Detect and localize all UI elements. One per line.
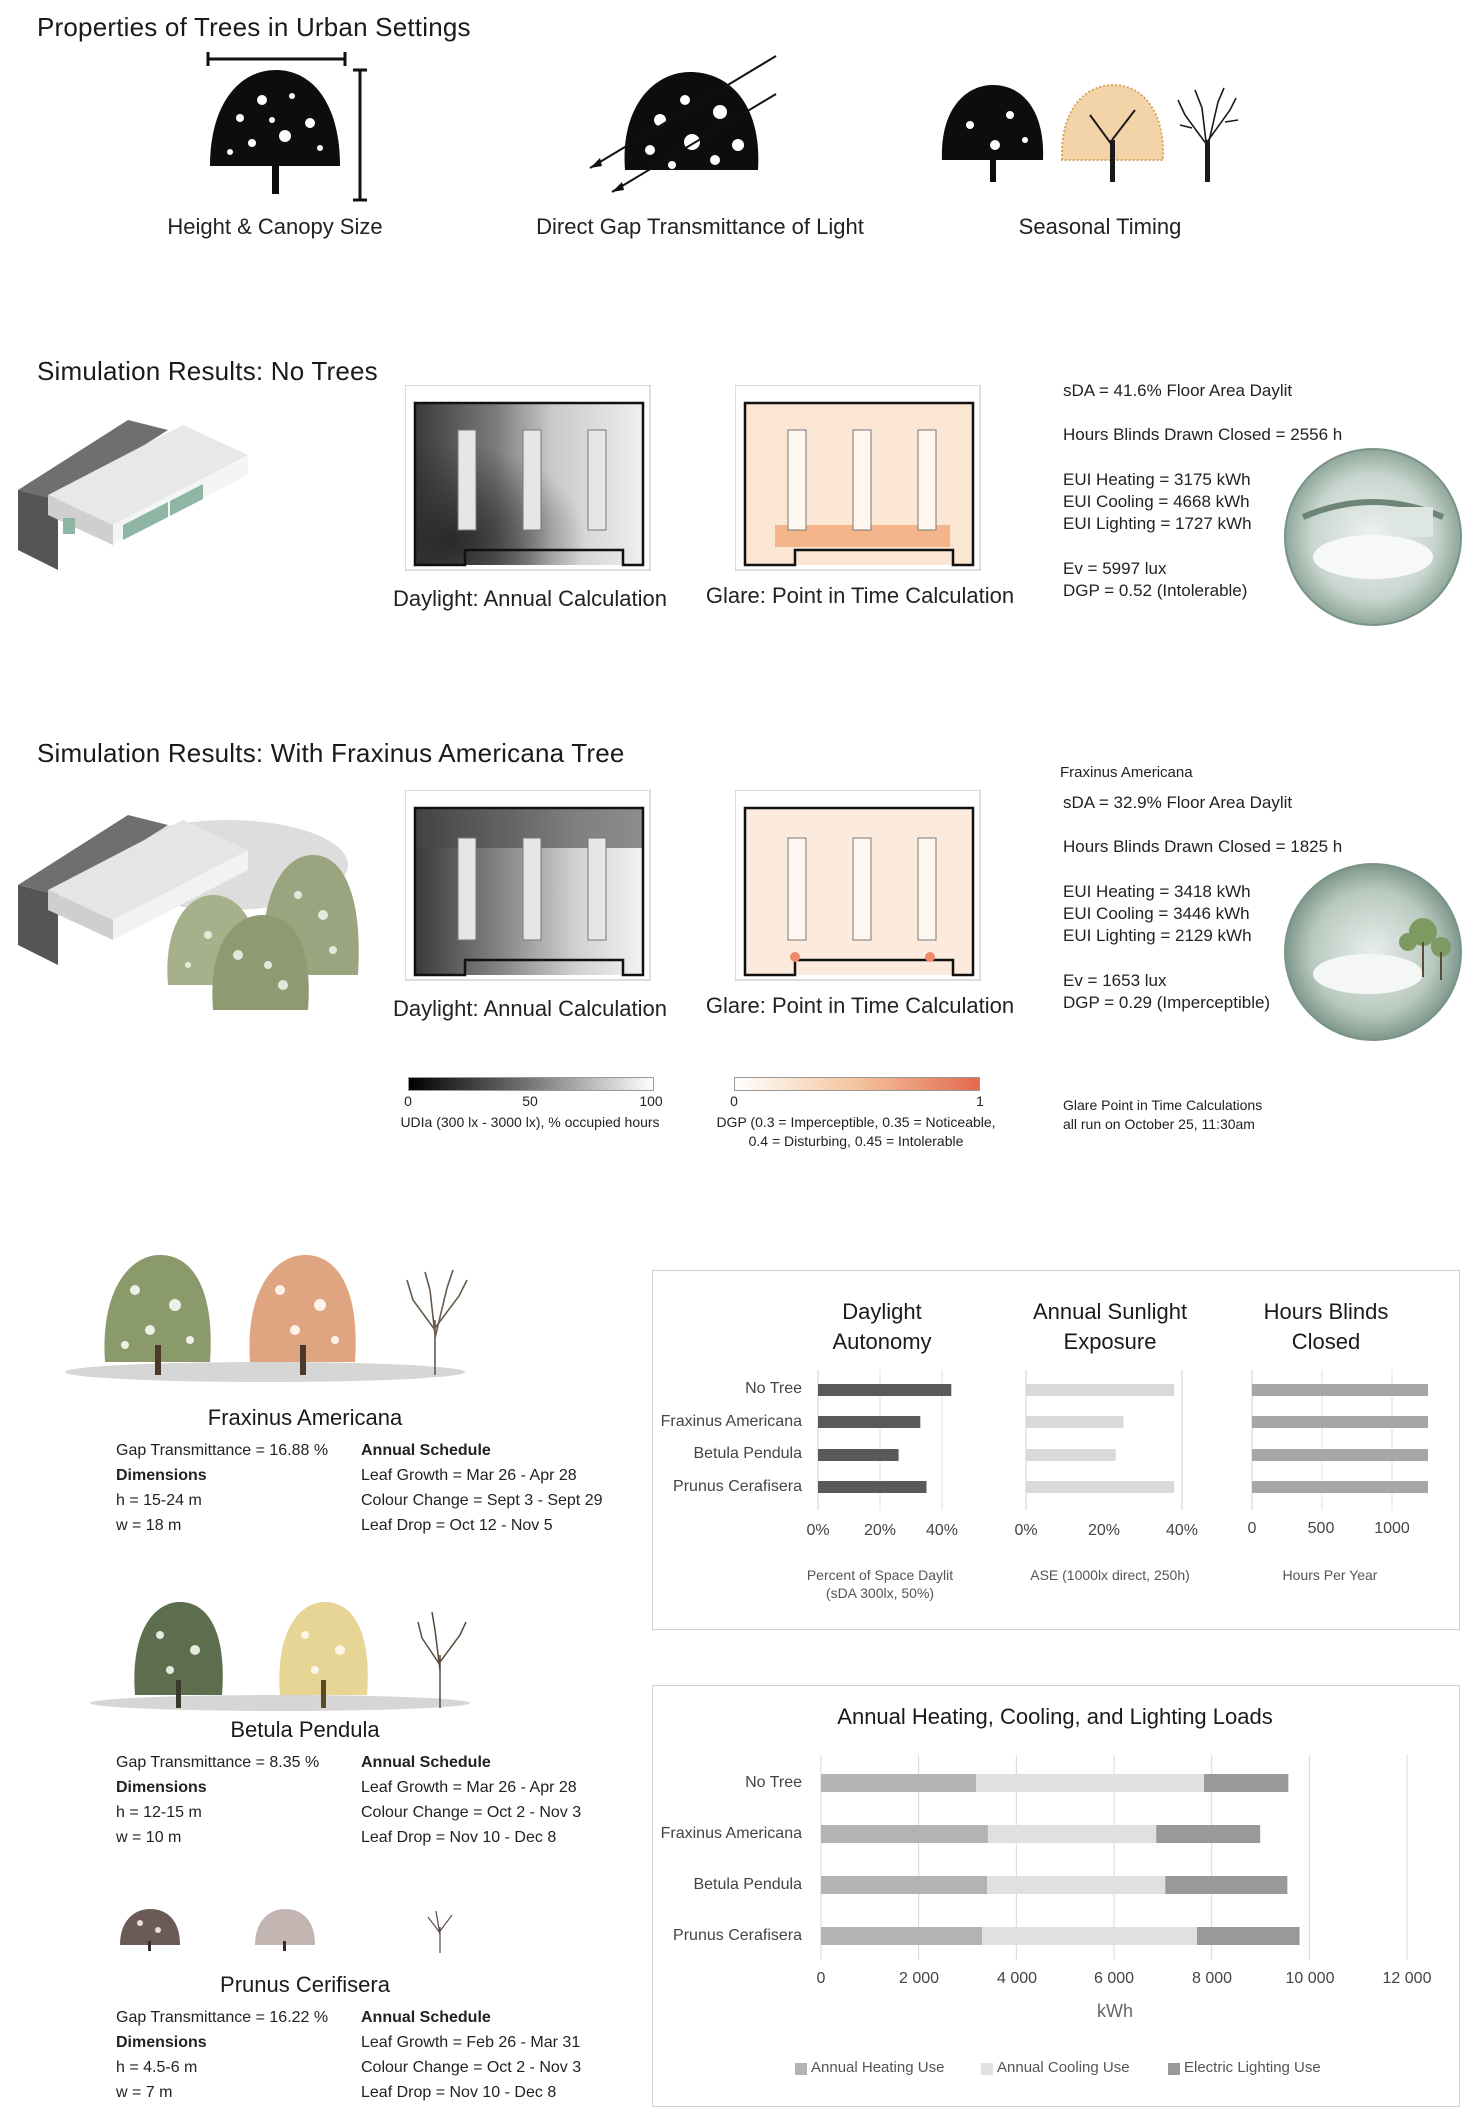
loads-bar-3-1 bbox=[982, 1927, 1198, 1945]
loads-xtick-3: 6 000 bbox=[1093, 1970, 1135, 1987]
legend-swatch-heating bbox=[795, 2063, 807, 2075]
legend-label-lighting: Electric Lighting Use bbox=[1184, 2059, 1321, 2076]
loads-bar-2-2 bbox=[1165, 1876, 1288, 1894]
loads-xtick-2: 4 000 bbox=[996, 1970, 1038, 1987]
loads-bar-0-2 bbox=[1203, 1774, 1289, 1792]
loads-xtick-0: 0 bbox=[816, 1970, 826, 1987]
loads-bar-1-0 bbox=[821, 1825, 988, 1843]
loads-xtick-5: 10 000 bbox=[1285, 1970, 1335, 1987]
loads-bar-2-1 bbox=[987, 1876, 1166, 1894]
loads-bar-0-0 bbox=[821, 1774, 977, 1792]
loads-bar-3-2 bbox=[1197, 1927, 1300, 1945]
loads-bar-2-0 bbox=[821, 1876, 988, 1894]
legend-swatch-cooling bbox=[981, 2063, 993, 2075]
loads-xtick-1: 2 000 bbox=[898, 1970, 940, 1987]
loads-bar-1-2 bbox=[1156, 1825, 1261, 1843]
legend-label-cooling: Annual Cooling Use bbox=[997, 2059, 1130, 2076]
loads-xtick-6: 12 000 bbox=[1382, 1970, 1432, 1987]
loads-xtick-4: 8 000 bbox=[1191, 1970, 1233, 1987]
legend-swatch-lighting bbox=[1168, 2063, 1180, 2075]
loads-bar-0-1 bbox=[976, 1774, 1204, 1792]
loads-stacked-bar-chart bbox=[820, 1755, 1408, 1960]
legend-label-heating: Annual Heating Use bbox=[811, 2059, 945, 2076]
loads-bar-3-0 bbox=[821, 1927, 983, 1945]
loads-xlabel: kWh bbox=[1097, 2001, 1133, 2021]
loads-bar-1-1 bbox=[987, 1825, 1157, 1843]
